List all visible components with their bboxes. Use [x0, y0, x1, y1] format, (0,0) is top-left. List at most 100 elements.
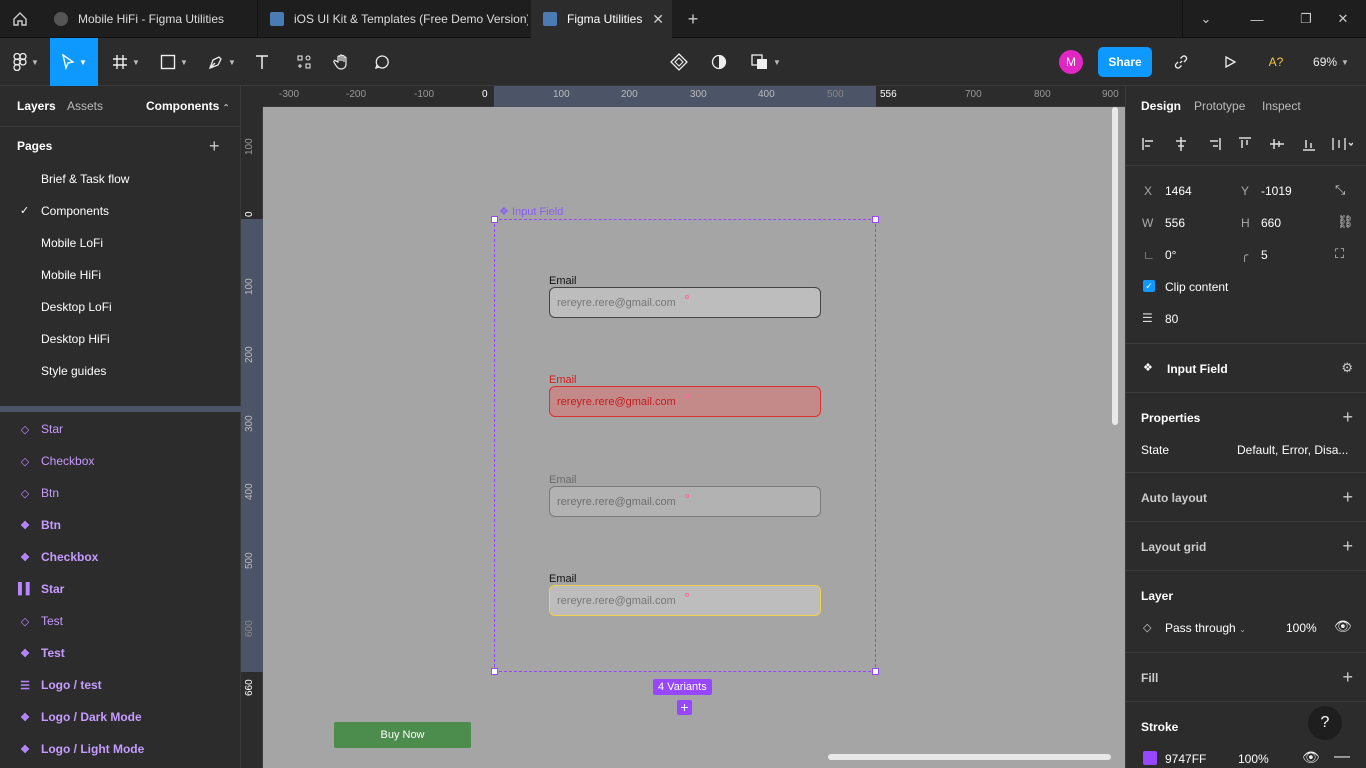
present-button[interactable] — [1218, 38, 1242, 86]
shape-tool-button[interactable]: ▼ — [154, 38, 194, 86]
horizontal-scrollbar[interactable] — [828, 754, 1111, 760]
page-item-mobile-hifi[interactable]: Mobile HiFi — [41, 268, 101, 282]
blend-mode-dropdown[interactable]: Pass through ⌄ — [1165, 621, 1246, 635]
layer-item[interactable]: ❖ Logo / Dark Mode — [18, 707, 142, 727]
add-fill-icon[interactable]: + — [1342, 668, 1353, 686]
share-button[interactable]: Share — [1098, 47, 1152, 77]
page-item-components[interactable]: Components — [41, 204, 109, 218]
minimize-button[interactable]: — — [1234, 0, 1280, 38]
state-values[interactable]: Default, Error, Disa... — [1237, 443, 1348, 457]
layer-item[interactable]: ◇ Btn — [18, 483, 59, 503]
vertical-scrollbar[interactable] — [1112, 107, 1118, 425]
new-tab-button[interactable]: + — [680, 0, 706, 38]
x-input[interactable]: 1464 — [1165, 184, 1192, 198]
tab-layers[interactable]: Layers — [17, 99, 56, 113]
tab-assets[interactable]: Assets — [67, 99, 103, 113]
layer-item[interactable]: ❖ Test — [18, 643, 65, 663]
resize-handle-bottom-left[interactable] — [491, 668, 498, 675]
panel-resize-handle[interactable] — [0, 406, 241, 412]
zoom-menu[interactable]: 69% ▼ — [1306, 38, 1356, 86]
tab-design[interactable]: Design — [1141, 99, 1181, 113]
layer-item[interactable]: ❖ Logo / Light Mode — [18, 739, 144, 759]
move-tool-button[interactable]: ▼ — [50, 38, 98, 86]
input-field-focus[interactable]: rereyre.rere@gmail.com — [549, 585, 821, 616]
spacing-input[interactable]: 80 — [1165, 312, 1178, 326]
radius-input[interactable]: 5 — [1261, 248, 1268, 262]
eye-icon[interactable]: 👁 — [1302, 749, 1320, 766]
align-bottom-icon[interactable] — [1301, 136, 1317, 152]
height-input[interactable]: 660 — [1261, 216, 1281, 230]
layer-item[interactable]: ❖ Checkbox — [18, 547, 98, 567]
page-item-brief[interactable]: Brief & Task flow — [41, 172, 129, 186]
component-set-label[interactable]: ❖ Input Field — [499, 205, 563, 218]
width-input[interactable]: 556 — [1165, 216, 1185, 230]
mask-button[interactable] — [706, 38, 732, 86]
home-button[interactable] — [0, 0, 40, 38]
align-top-icon[interactable] — [1237, 136, 1253, 152]
independent-corners-icon[interactable]: ⛶ — [1335, 246, 1344, 262]
comment-tool-button[interactable] — [368, 38, 396, 86]
page-item-desktop-hifi[interactable]: Desktop HiFi — [41, 332, 110, 346]
align-left-icon[interactable] — [1141, 136, 1157, 152]
component-button[interactable] — [666, 38, 692, 86]
add-variant-button[interactable]: + — [677, 700, 692, 715]
design-canvas[interactable]: ❖ Input Field Email rereyre.rere@gmail.c… — [263, 107, 1125, 768]
add-layout-grid-icon[interactable]: + — [1342, 537, 1353, 555]
opacity-input[interactable]: 100% — [1286, 621, 1317, 635]
input-field-default[interactable]: rereyre.rere@gmail.com — [549, 287, 821, 318]
resources-button[interactable] — [290, 38, 318, 86]
text-tool-button[interactable] — [248, 38, 276, 86]
tabs-dropdown-button[interactable]: ⌄ — [1183, 0, 1229, 38]
buy-now-button[interactable]: Buy Now — [334, 722, 471, 748]
close-window-button[interactable]: ✕ — [1320, 0, 1366, 38]
add-page-icon[interactable]: + — [209, 137, 220, 155]
tab-components[interactable]: Components ⌃ — [146, 99, 229, 113]
frame-tool-button[interactable]: ▼ — [106, 38, 146, 86]
y-input[interactable]: -1019 — [1261, 184, 1292, 198]
close-tab-icon[interactable]: ✕ — [652, 11, 664, 28]
page-item-style-guides[interactable]: Style guides — [41, 364, 106, 378]
stroke-opacity[interactable]: 100% — [1238, 752, 1269, 766]
distribute-spacing-icon[interactable] — [1331, 136, 1353, 152]
align-right-icon[interactable] — [1206, 136, 1222, 152]
browser-tab-ios-ui-kit[interactable]: iOS UI Kit & Templates (Free Demo Versio… — [258, 0, 528, 38]
rotation-input[interactable]: 0° — [1165, 248, 1176, 262]
resize-handle-top-left[interactable] — [491, 216, 498, 223]
user-avatar[interactable]: M — [1059, 50, 1083, 74]
remove-stroke-icon[interactable]: — — [1334, 748, 1350, 766]
main-menu-button[interactable]: ▼ — [6, 38, 46, 86]
page-item-mobile-lofi[interactable]: Mobile LoFi — [41, 236, 103, 250]
clip-content-checkbox[interactable]: ✓ — [1143, 280, 1155, 292]
layer-item[interactable]: ◇ Checkbox — [18, 451, 95, 471]
hand-tool-button[interactable] — [328, 38, 356, 86]
input-field-disabled[interactable]: rereyre.rere@gmail.com — [549, 486, 821, 517]
pen-tool-button[interactable]: ▼ — [202, 38, 242, 86]
layer-item[interactable]: ▌▌ Star — [18, 579, 64, 599]
align-horizontal-center-icon[interactable] — [1173, 136, 1189, 152]
layer-item[interactable]: ◇ Star — [18, 419, 63, 439]
constrain-proportions-icon[interactable]: ⛓ — [1337, 214, 1354, 230]
align-vertical-center-icon[interactable] — [1269, 136, 1285, 152]
minimize-arrows-icon[interactable]: ⤡ — [1335, 182, 1345, 198]
input-field-error[interactable]: rereyre.rere@gmail.com — [549, 386, 821, 417]
add-property-icon[interactable]: + — [1342, 408, 1353, 426]
resize-handle-bottom-right[interactable] — [872, 668, 879, 675]
layer-item[interactable]: ◇ Test — [18, 611, 63, 631]
stroke-color-swatch[interactable] — [1143, 751, 1157, 765]
layer-item[interactable]: ☰ Logo / test — [18, 675, 102, 695]
boolean-button[interactable]: ▼ — [746, 38, 786, 86]
resize-handle-top-right[interactable] — [872, 216, 879, 223]
component-settings-icon[interactable]: ⚙ — [1341, 360, 1353, 376]
page-item-desktop-lofi[interactable]: Desktop LoFi — [41, 300, 112, 314]
missing-fonts-button[interactable]: A? — [1264, 38, 1288, 86]
tab-inspect[interactable]: Inspect — [1262, 99, 1301, 113]
eye-icon[interactable]: 👁 — [1334, 618, 1352, 635]
layer-item[interactable]: ❖ Btn — [18, 515, 61, 535]
add-auto-layout-icon[interactable]: + — [1342, 488, 1353, 506]
browser-tab-mobile-hifi[interactable]: Mobile HiFi - Figma Utilities — [42, 0, 256, 38]
copy-link-button[interactable] — [1168, 38, 1194, 86]
stroke-color-hex[interactable]: 9747FF — [1165, 752, 1206, 766]
help-button[interactable]: ? — [1308, 706, 1342, 740]
tab-prototype[interactable]: Prototype — [1194, 99, 1245, 113]
browser-tab-figma-utilities[interactable]: Figma Utilities ✕ — [531, 0, 672, 38]
